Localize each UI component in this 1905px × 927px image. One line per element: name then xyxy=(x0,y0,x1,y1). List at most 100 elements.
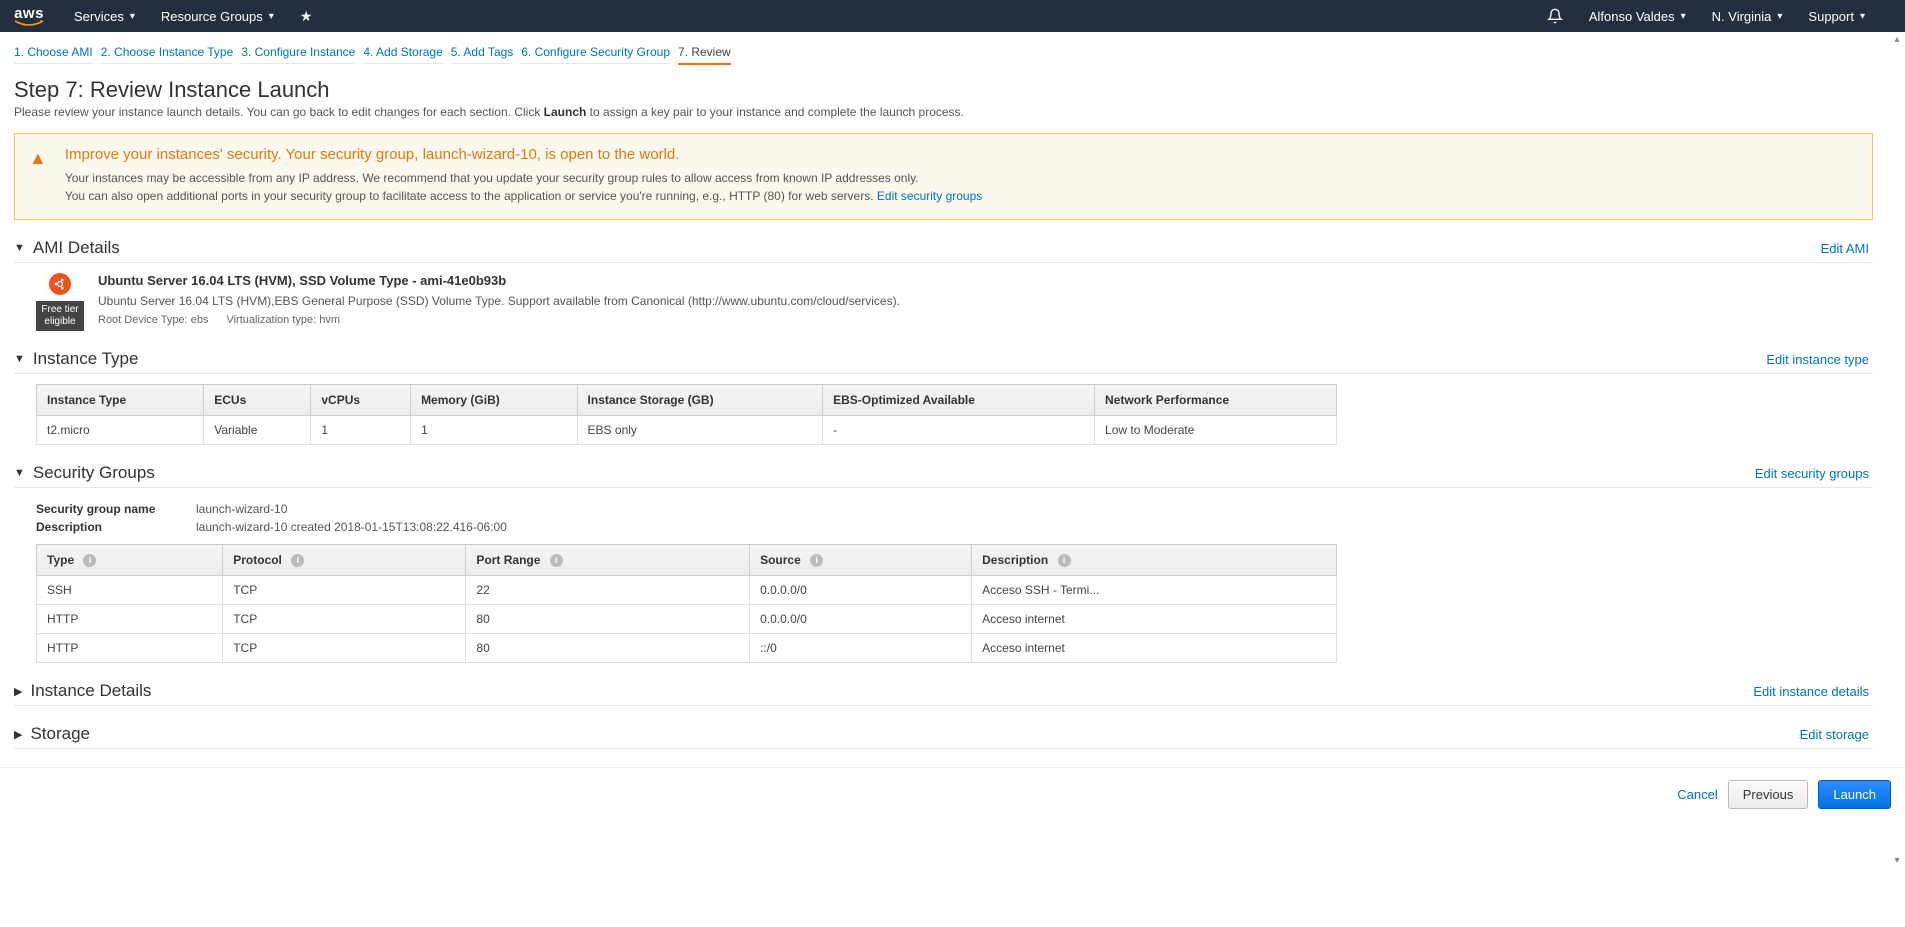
cell: HTTP xyxy=(37,634,223,663)
chevron-down-icon: ▾ xyxy=(1777,11,1782,22)
expand-toggle-icon[interactable]: ▶ xyxy=(14,728,22,741)
edit-instance-details-link[interactable]: Edit instance details xyxy=(1753,684,1869,699)
edit-storage-link[interactable]: Edit storage xyxy=(1800,727,1869,742)
table-row: HTTPTCP800.0.0.0/0Acceso internet xyxy=(37,605,1337,634)
ami-description: Ubuntu Server 16.04 LTS (HVM),EBS Genera… xyxy=(98,294,1873,308)
expand-toggle-icon[interactable]: ▶ xyxy=(14,685,22,698)
info-icon[interactable]: i xyxy=(1058,554,1071,567)
info-icon[interactable]: i xyxy=(810,554,823,567)
table-row: t2.microVariable11EBS only-Low to Modera… xyxy=(37,416,1337,445)
pin-icon[interactable]: ★ xyxy=(300,8,313,25)
column-header: ECUs xyxy=(204,385,311,416)
wizard-step-1[interactable]: 1. Choose AMI xyxy=(14,45,93,64)
info-icon[interactable]: i xyxy=(83,554,96,567)
cell: 0.0.0.0/0 xyxy=(750,576,972,605)
chevron-down-icon: ▾ xyxy=(1681,11,1686,22)
instance-type-table: Instance TypeECUsvCPUsMemory (GiB)Instan… xyxy=(36,384,1337,445)
launch-button[interactable]: Launch xyxy=(1818,780,1891,809)
section-title: AMI Details xyxy=(33,238,120,258)
scroll-up-icon[interactable]: ▴ xyxy=(1889,34,1905,48)
sg-desc-label: Description xyxy=(36,520,196,534)
footer-actions: Cancel Previous Launch xyxy=(0,767,1905,821)
services-menu[interactable]: Services▾ xyxy=(74,9,135,24)
scrollbar[interactable]: ▴ ▾ xyxy=(1889,34,1905,869)
cell: 1 xyxy=(411,416,577,445)
wizard-steps: 1. Choose AMI 2. Choose Instance Type 3. C… xyxy=(0,32,1887,73)
cell: Low to Moderate xyxy=(1095,416,1337,445)
support-menu[interactable]: Support▾ xyxy=(1808,9,1865,24)
column-header: Type i xyxy=(37,545,223,576)
edit-security-groups-link[interactable]: Edit security groups xyxy=(877,189,982,203)
column-header: Description i xyxy=(972,545,1337,576)
warning-icon: ▲ xyxy=(29,148,47,205)
section-title: Instance Details xyxy=(30,681,151,701)
instance-type-section: ▼ Instance Type Edit instance type Insta… xyxy=(14,349,1873,445)
resource-groups-menu[interactable]: Resource Groups▾ xyxy=(161,9,274,24)
ami-title: Ubuntu Server 16.04 LTS (HVM), SSD Volum… xyxy=(98,273,1873,288)
page-title: Step 7: Review Instance Launch xyxy=(14,77,1873,103)
column-header: vCPUs xyxy=(311,385,411,416)
wizard-step-4[interactable]: 4. Add Storage xyxy=(363,45,442,64)
cell: TCP xyxy=(223,605,466,634)
wizard-step-3[interactable]: 3. Configure Instance xyxy=(241,45,355,64)
cell: TCP xyxy=(223,634,466,663)
collapse-toggle-icon[interactable]: ▼ xyxy=(14,467,25,479)
sg-name-value: launch-wizard-10 xyxy=(196,502,287,516)
sg-name-label: Security group name xyxy=(36,502,196,516)
warning-line: Your instances may be accessible from an… xyxy=(65,169,982,187)
section-title: Instance Type xyxy=(33,349,139,369)
column-header: Instance Storage (GB) xyxy=(577,385,823,416)
cell: 0.0.0.0/0 xyxy=(750,605,972,634)
page-description: Please review your instance launch detai… xyxy=(14,105,1873,119)
notifications-bell-icon[interactable] xyxy=(1547,8,1563,24)
cell: Acceso internet xyxy=(972,605,1337,634)
column-header: Instance Type xyxy=(37,385,204,416)
section-title: Security Groups xyxy=(33,463,155,483)
wizard-step-7: 7. Review xyxy=(678,45,731,65)
cell: 80 xyxy=(466,605,750,634)
instance-details-section: ▶ Instance Details Edit instance details xyxy=(14,681,1873,706)
scroll-down-icon[interactable]: ▾ xyxy=(1889,855,1905,869)
edit-ami-link[interactable]: Edit AMI xyxy=(1821,241,1869,256)
free-tier-badge: Free tiereligible xyxy=(36,301,84,331)
wizard-step-2[interactable]: 2. Choose Instance Type xyxy=(101,45,234,64)
security-groups-section: ▼ Security Groups Edit security groups S… xyxy=(14,463,1873,663)
info-icon[interactable]: i xyxy=(291,554,304,567)
cell: Acceso internet xyxy=(972,634,1337,663)
column-header: Protocol i xyxy=(223,545,466,576)
cell: 80 xyxy=(466,634,750,663)
cell: 22 xyxy=(466,576,750,605)
cell: TCP xyxy=(223,576,466,605)
column-header: Memory (GiB) xyxy=(411,385,577,416)
aws-logo[interactable]: aws xyxy=(14,5,44,28)
cell: HTTP xyxy=(37,605,223,634)
top-nav: aws Services▾ Resource Groups▾ ★ Alfonso… xyxy=(0,0,1905,32)
wizard-step-6[interactable]: 6. Configure Security Group xyxy=(521,45,670,64)
storage-section: ▶ Storage Edit storage xyxy=(14,724,1873,749)
security-group-rules-table: Type iProtocol iPort Range iSource iDesc… xyxy=(36,544,1337,663)
cancel-button[interactable]: Cancel xyxy=(1677,787,1717,802)
ami-meta: Root Device Type: ebsVirtualization type… xyxy=(98,314,1873,326)
cell: Acceso SSH - Termi... xyxy=(972,576,1337,605)
warning-line: You can also open additional ports in yo… xyxy=(65,189,877,203)
ami-details-section: ▼ AMI Details Edit AMI Free tiereligible… xyxy=(14,238,1873,331)
table-row: HTTPTCP80::/0Acceso internet xyxy=(37,634,1337,663)
cell: - xyxy=(823,416,1095,445)
chevron-down-icon: ▾ xyxy=(1860,11,1865,22)
collapse-toggle-icon[interactable]: ▼ xyxy=(14,242,25,254)
sg-desc-value: launch-wizard-10 created 2018-01-15T13:0… xyxy=(196,520,507,534)
info-icon[interactable]: i xyxy=(550,554,563,567)
account-menu[interactable]: Alfonso Valdes▾ xyxy=(1589,9,1686,24)
cell: ::/0 xyxy=(750,634,972,663)
section-title: Storage xyxy=(30,724,90,744)
cell: EBS only xyxy=(577,416,823,445)
region-menu[interactable]: N. Virginia▾ xyxy=(1712,9,1783,24)
edit-instance-type-link[interactable]: Edit instance type xyxy=(1766,352,1869,367)
edit-security-groups-link[interactable]: Edit security groups xyxy=(1755,466,1869,481)
collapse-toggle-icon[interactable]: ▼ xyxy=(14,353,25,365)
column-header: Port Range i xyxy=(466,545,750,576)
previous-button[interactable]: Previous xyxy=(1728,780,1809,809)
cell: Variable xyxy=(204,416,311,445)
wizard-step-5[interactable]: 5. Add Tags xyxy=(451,45,514,64)
column-header: EBS-Optimized Available xyxy=(823,385,1095,416)
